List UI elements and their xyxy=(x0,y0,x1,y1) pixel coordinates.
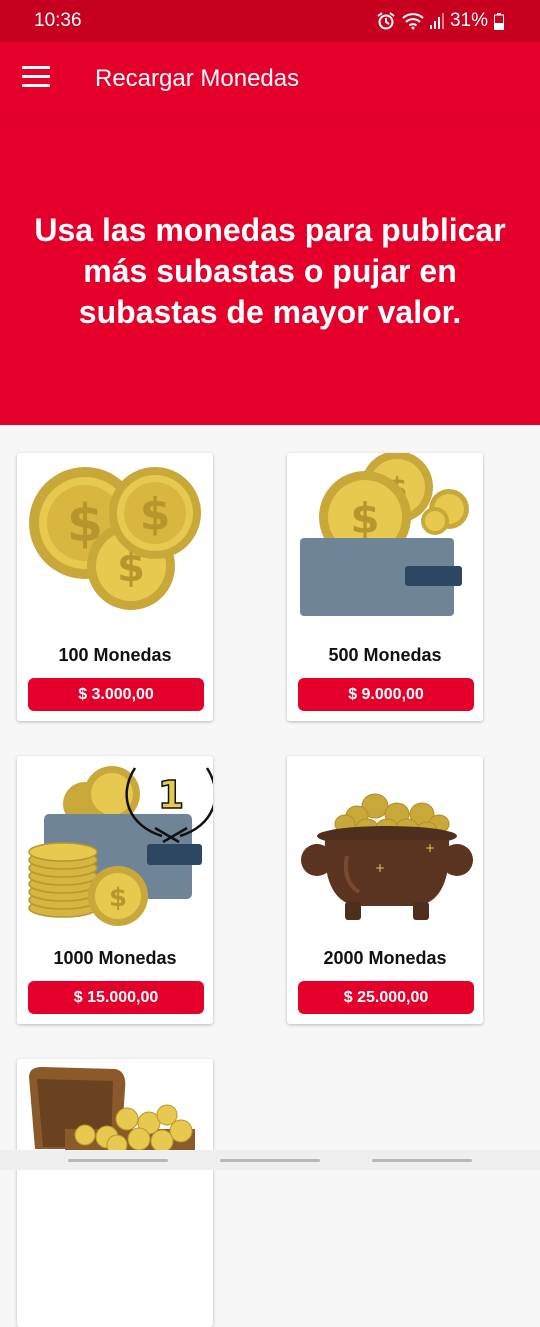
back-button[interactable] xyxy=(372,1159,472,1162)
status-time: 10:36 xyxy=(34,10,82,31)
package-label: 2000 Monedas xyxy=(323,948,447,968)
treasure-chest-icon xyxy=(29,1067,195,1169)
price-button[interactable]: $ 9.000,00 xyxy=(298,678,474,711)
svg-text:$: $ xyxy=(350,494,379,543)
alarm-icon xyxy=(376,11,396,31)
svg-text:$: $ xyxy=(140,489,171,540)
hero-text: Usa las monedas para publicar más subast… xyxy=(34,211,506,330)
hamburger-menu-icon[interactable] xyxy=(22,66,50,90)
recent-apps-button[interactable] xyxy=(68,1159,168,1162)
package-card[interactable]: $ $ $ 100 Monedas $ 3.000,00 xyxy=(17,453,213,721)
pot-of-gold-icon: + + xyxy=(301,793,473,920)
wallet-coins-icon: $ $ xyxy=(300,453,469,616)
package-label: 1000 Monedas xyxy=(53,948,177,968)
price-button[interactable]: $ 25.000,00 xyxy=(298,981,474,1014)
wallet-coin-stack-icon: $ 1 xyxy=(28,766,213,926)
price-button[interactable]: $ 15.000,00 xyxy=(28,981,204,1014)
price-button[interactable]: $ 3.000,00 xyxy=(28,678,204,711)
hero-banner: Usa las monedas para publicar más subast… xyxy=(0,117,540,425)
package-card[interactable]: + + 2000 Monedas $ 25.000,00 xyxy=(287,756,483,1024)
package-card[interactable]: $ 1 1000 Monedas $ 15.000,00 xyxy=(17,756,213,1024)
coins-icon: $ $ $ xyxy=(29,467,201,610)
status-bar: 10:36 31% xyxy=(0,0,540,42)
battery-percent: 31% xyxy=(449,10,488,31)
svg-text:$: $ xyxy=(109,883,127,913)
package-label: 100 Monedas xyxy=(58,645,172,665)
package-card[interactable] xyxy=(17,1059,213,1327)
svg-text:+: + xyxy=(375,861,385,875)
app-bar: Recargar Monedas xyxy=(0,42,540,117)
package-card[interactable]: $ $ 500 Monedas $ 9.000,00 xyxy=(287,453,483,721)
svg-text:1: 1 xyxy=(158,773,184,817)
system-navigation-bar xyxy=(0,1150,540,1170)
home-button[interactable] xyxy=(220,1159,320,1162)
page-title: Recargar Monedas xyxy=(95,65,300,92)
package-label: 500 Monedas xyxy=(328,645,442,665)
wifi-icon xyxy=(402,12,424,30)
svg-text:+: + xyxy=(425,841,435,855)
signal-icon xyxy=(429,13,444,29)
battery-icon xyxy=(494,12,504,30)
